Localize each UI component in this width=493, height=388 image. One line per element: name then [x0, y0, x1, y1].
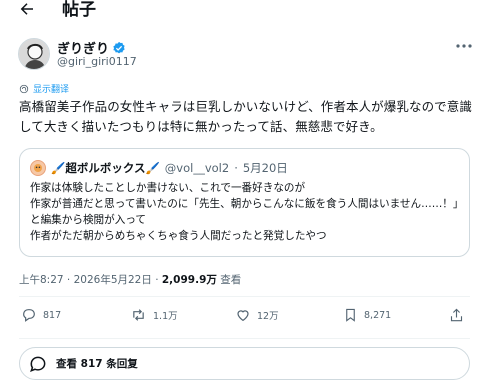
quoted-post-header: 🖌️超ボルボックス🖌️ @vol__vol2 · 5月20日	[30, 160, 288, 176]
bookmark-count: 8,271	[364, 309, 392, 321]
divider-bottom	[19, 338, 470, 339]
author-handle[interactable]: @giri_giri0117	[57, 55, 137, 68]
quoted-separator: ·	[234, 161, 238, 175]
repost-button[interactable]: 1.1万	[130, 307, 178, 323]
show-translation-label[interactable]: 显示翻译	[33, 82, 69, 95]
back-arrow-icon[interactable]	[14, 0, 40, 20]
post-meta: 上午8:27 · 2026年5月22日 · 2,099.9万 查看	[19, 272, 241, 287]
verified-badge-icon	[112, 41, 126, 55]
bookmark-icon	[343, 307, 358, 323]
share-icon	[449, 307, 464, 323]
quoted-author-handle: @vol__vol2	[164, 161, 230, 175]
chat-bubble-icon	[28, 354, 48, 374]
post-timestamp[interactable]: 上午8:27 · 2026年5月22日 ·	[19, 274, 162, 286]
post-text: 高橋留美子作品の女性キャラは巨乳しかいないけど、作者本人が爆乳なので意識して大き…	[19, 99, 472, 134]
views-label: 查看	[216, 274, 242, 286]
translate-icon	[19, 84, 29, 94]
like-button[interactable]: 12万	[235, 307, 279, 323]
like-count: 12万	[257, 311, 279, 322]
quoted-author-name: 🖌️超ボルボックス🖌️	[51, 161, 160, 175]
reply-icon	[21, 307, 37, 323]
quoted-post[interactable]: 🖌️超ボルボックス🖌️ @vol__vol2 · 5月20日 作家は体験したこと…	[19, 148, 470, 257]
top-bar: 帖子	[0, 0, 493, 24]
show-translation-link[interactable]: 显示翻译	[19, 82, 69, 95]
repost-icon	[130, 307, 147, 323]
quoted-date: 5月20日	[242, 161, 288, 175]
reply-count: 817	[43, 309, 62, 321]
page-title: 帖子	[62, 0, 96, 20]
reply-button[interactable]: 817	[21, 307, 61, 323]
like-icon	[235, 307, 251, 323]
view-replies-button[interactable]: 查看 817 条回复	[19, 347, 470, 380]
view-replies-label[interactable]: 查看 817 条回复	[56, 356, 138, 371]
quoted-post-text: 作家は体験したことしか書けない、これで一番好きなのが 作家が普通だと思って書いた…	[30, 182, 459, 242]
quoted-avatar	[30, 160, 46, 176]
avatar[interactable]	[18, 38, 50, 70]
more-icon[interactable]	[454, 38, 474, 54]
share-button[interactable]	[449, 307, 464, 323]
bookmark-button[interactable]: 8,271	[343, 307, 391, 323]
repost-count: 1.1万	[153, 311, 178, 322]
view-count: 2,099.9万	[161, 274, 217, 286]
divider-top	[19, 296, 470, 297]
action-bar: 817 1.1万 12万 8,271	[19, 307, 470, 331]
